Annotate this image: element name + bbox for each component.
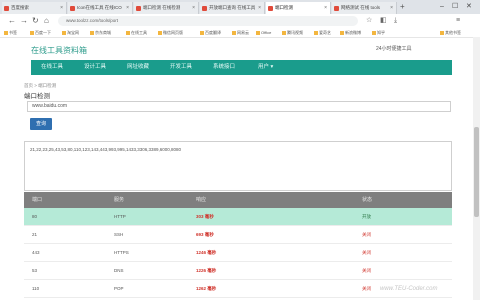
port-cell: 80 <box>32 214 38 219</box>
browser-tab-bar: 百度搜索 × Icon在线工具 在线ICO × 端口检测 在线检测 × 开放端口查询 … <box>0 0 480 14</box>
response-time-cell: 303 毫秒 <box>196 214 214 219</box>
url-field[interactable]: www.toolzz.com/tools/port <box>58 16 358 26</box>
main-menu: 在线工具 设计工具 网址收藏 开发工具 系统接口 用户 ▾ <box>31 60 452 75</box>
response-time-cell: 1262 毫秒 <box>196 286 217 291</box>
bookmark-item[interactable]: 爱奇艺 <box>314 29 331 36</box>
site-title[interactable]: 在线工具资料箱 <box>31 45 87 56</box>
service-cell: SSH <box>114 232 124 237</box>
column-header: 状态 <box>362 197 373 203</box>
service-cell: POP <box>114 286 124 291</box>
column-header: 响应 <box>196 197 207 203</box>
page-title: 端口检测 <box>24 93 50 100</box>
favicon-icon <box>202 6 207 11</box>
bookmark-item[interactable]: 微信网页版 <box>158 29 183 36</box>
bookmarks-bar: 书签 百度一下 淘宝网 京东商城 在线工具 微信网页版 百度翻译 网易云 Off… <box>0 28 480 38</box>
menu-item[interactable]: 在线工具 <box>41 60 63 75</box>
browser-tab-active[interactable]: 端口检测 × <box>266 2 331 14</box>
status-cell: 关闭 <box>362 286 371 291</box>
column-header: 端口 <box>32 197 43 203</box>
back-icon[interactable]: ← <box>8 15 16 27</box>
menu-item[interactable]: 设计工具 <box>84 60 106 75</box>
response-time-cell: 1246 毫秒 <box>196 250 217 255</box>
table-row: 53 DNS 1226 毫秒 关闭 <box>24 262 452 280</box>
address-bar: ← → ↻ ⌂ www.toolzz.com/tools/port ☆ ◧ ⤓ … <box>0 14 480 29</box>
service-cell: DNS <box>114 268 124 273</box>
home-icon[interactable]: ⌂ <box>44 15 49 27</box>
close-tab-icon[interactable]: × <box>324 2 327 14</box>
browser-tab[interactable]: Icon在线工具 在线ICO × <box>68 2 133 14</box>
column-header: 服务 <box>114 197 125 203</box>
extension-icon[interactable]: ◧ <box>380 16 387 26</box>
close-tab-icon[interactable]: × <box>192 2 195 14</box>
service-cell: HTTP <box>114 214 126 219</box>
port-cell: 53 <box>32 268 38 273</box>
favicon-icon <box>136 6 141 11</box>
status-cell: 开放 <box>362 214 371 219</box>
table-header: 端口 服务 响应 状态 <box>24 192 452 208</box>
close-window-icon[interactable]: ✕ <box>466 2 472 12</box>
bookmark-item[interactable]: 知乎 <box>372 29 385 36</box>
favicon-icon <box>334 6 339 11</box>
maximize-icon[interactable]: ☐ <box>452 2 458 12</box>
forward-icon[interactable]: → <box>20 15 28 27</box>
new-tab-icon[interactable]: + <box>400 2 405 12</box>
table-row: 21 SSH 693 毫秒 关闭 <box>24 226 452 244</box>
favicon-icon <box>70 6 75 11</box>
table-row: 80 HTTP 303 毫秒 开放 <box>24 208 452 226</box>
port-cell: 443 <box>32 250 40 255</box>
browser-tab[interactable]: 端口检测 在线检测 × <box>134 2 199 14</box>
response-time-cell: 1226 毫秒 <box>196 268 217 273</box>
response-time-cell: 693 毫秒 <box>196 232 214 237</box>
close-tab-icon[interactable]: × <box>126 2 129 14</box>
bookmark-item[interactable]: 百度一下 <box>30 29 51 36</box>
browser-tab[interactable]: 网络测试 在线 tools × <box>332 2 397 14</box>
browser-tab[interactable]: 百度搜索 × <box>2 2 67 14</box>
ports-textarea[interactable]: 21,22,23,25,43,53,80,110,123,143,443,993… <box>24 141 452 191</box>
star-icon[interactable]: ☆ <box>366 16 372 26</box>
bookmark-item[interactable]: 京东商城 <box>90 29 111 36</box>
close-tab-icon[interactable]: × <box>390 2 393 14</box>
menu-item-dropdown[interactable]: 用户 ▾ <box>258 60 273 75</box>
bookmark-item[interactable]: 淘宝网 <box>62 29 79 36</box>
favicon-icon <box>4 6 9 11</box>
menu-item[interactable]: 网址收藏 <box>127 60 149 75</box>
bookmark-item[interactable]: 百度翻译 <box>200 29 221 36</box>
download-icon[interactable]: ⤓ <box>394 16 397 26</box>
status-cell: 关闭 <box>362 250 371 255</box>
menu-item[interactable]: 开发工具 <box>170 60 192 75</box>
watermark: www.TEU-Coder.com <box>380 286 438 292</box>
menu-item[interactable]: 系统接口 <box>213 60 235 75</box>
bookmark-item[interactable]: 网易云 <box>232 29 249 36</box>
favicon-icon <box>268 6 273 11</box>
table-row: 443 HTTPS 1246 毫秒 关闭 <box>24 244 452 262</box>
scrollbar-thumb[interactable] <box>474 127 479 217</box>
query-button[interactable]: 查询 <box>30 118 52 130</box>
bookmark-item[interactable]: 其他书签 <box>440 29 461 36</box>
status-cell: 关闭 <box>362 268 371 273</box>
bookmark-item[interactable]: 腾讯视频 <box>282 29 303 36</box>
port-cell: 110 <box>32 286 40 291</box>
refresh-icon[interactable]: ↻ <box>32 15 39 27</box>
service-cell: HTTPS <box>114 250 129 255</box>
bookmark-item[interactable]: Office <box>256 29 271 36</box>
port-cell: 21 <box>32 232 38 237</box>
menu-icon[interactable]: ≡ <box>456 16 460 26</box>
bookmark-item[interactable]: 新浪微博 <box>340 29 361 36</box>
minimize-icon[interactable]: – <box>440 2 444 12</box>
breadcrumb[interactable]: 首页 > 端口检测 <box>24 83 56 89</box>
bookmark-item[interactable]: 书签 <box>4 29 17 36</box>
close-tab-icon[interactable]: × <box>60 2 63 14</box>
host-input[interactable]: www.baidu.com <box>27 101 451 112</box>
site-hint: 24小时便捷工具 <box>376 46 412 52</box>
close-tab-icon[interactable]: × <box>258 2 261 14</box>
status-cell: 关闭 <box>362 232 371 237</box>
browser-tab[interactable]: 开放端口查询 在线工具 × <box>200 2 265 14</box>
page-scrollbar[interactable] <box>473 37 480 300</box>
bookmark-item[interactable]: 在线工具 <box>126 29 147 36</box>
